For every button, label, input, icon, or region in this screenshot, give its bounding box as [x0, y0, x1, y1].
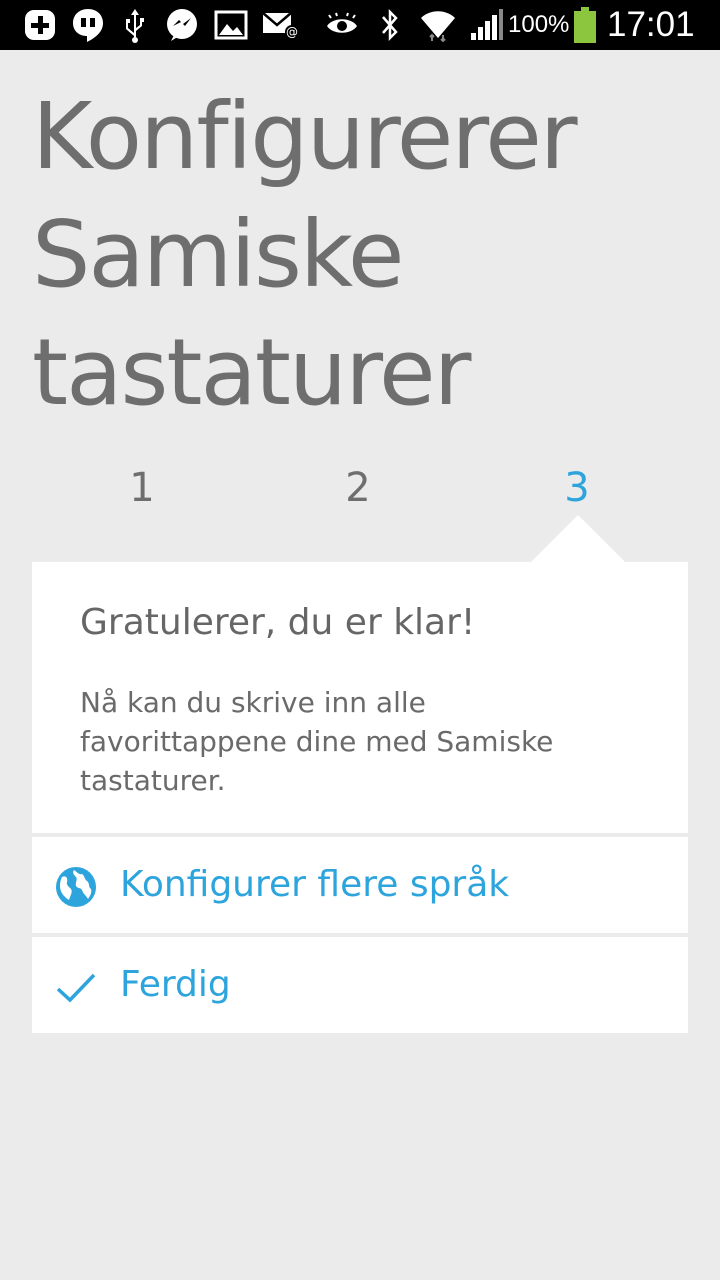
done-label: Ferdig [120, 964, 231, 1005]
signal-icon [468, 8, 504, 42]
messenger-icon [164, 8, 200, 42]
card-body: Nå kan du skrive inn alle favorittappene… [80, 686, 554, 797]
configure-more-languages-button[interactable]: Konfigurer flere språk [32, 837, 688, 933]
eye-icon [324, 8, 360, 42]
page-title: Konfigurerer Samiske tastaturer [32, 83, 578, 426]
wifi-icon [418, 8, 458, 42]
gallery-icon [212, 8, 250, 42]
status-bar: @ 100% 17:01 [0, 0, 720, 50]
step-3: 3 [564, 465, 590, 511]
usb-icon [118, 8, 152, 43]
completion-card: Gratulerer, du er klar! Nå kan du skrive… [32, 562, 688, 833]
step-1: 1 [129, 465, 155, 511]
svg-text:@: @ [286, 25, 298, 39]
hangouts-icon [70, 8, 106, 42]
clock: 17:01 [607, 5, 695, 44]
checkmark-icon [54, 965, 98, 1009]
card-heading: Gratulerer, du er klar! [80, 602, 476, 643]
step-pointer [530, 515, 626, 563]
email-icon: @ [262, 8, 300, 42]
done-button[interactable]: Ferdig [32, 937, 688, 1033]
step-2: 2 [345, 465, 371, 511]
add-icon [22, 8, 58, 42]
battery-percent: 100% [508, 11, 570, 38]
configure-more-languages-label: Konfigurer flere språk [120, 864, 510, 905]
battery-icon [572, 7, 598, 43]
globe-icon [54, 865, 98, 909]
bluetooth-icon [376, 8, 404, 42]
